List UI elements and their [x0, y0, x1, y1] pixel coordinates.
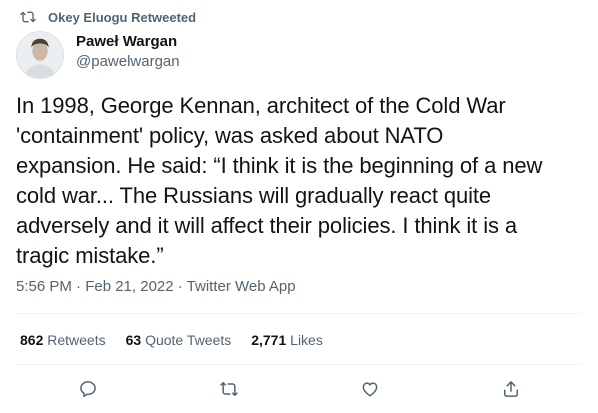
reply-icon — [80, 381, 96, 398]
retweet-context-text: Okey Eluogu Retweeted — [48, 9, 197, 25]
retweet-button[interactable] — [218, 378, 240, 400]
retweets-count: 862 — [20, 332, 44, 348]
retweet-context[interactable]: Okey Eluogu Retweeted — [20, 8, 196, 26]
retweet-icon — [20, 11, 36, 23]
display-name[interactable]: Paweł Wargan — [76, 32, 180, 52]
avatar-photo-icon — [17, 32, 63, 78]
tweet-meta[interactable]: 5:56 PM · Feb 21, 2022 · Twitter Web App — [16, 278, 296, 295]
divider — [16, 313, 582, 314]
like-button[interactable] — [359, 378, 381, 400]
share-button[interactable] — [500, 378, 522, 400]
likes-stat[interactable]: 2,771 Likes — [251, 332, 323, 348]
handle[interactable]: @pawelwargan — [76, 52, 180, 72]
tweet-text: In 1998, George Kennan, architect of the… — [16, 93, 543, 268]
likes-label: Likes — [290, 332, 323, 348]
tweet-author: Paweł Wargan @pawelwargan — [16, 31, 180, 79]
retweet-icon — [220, 382, 238, 396]
share-icon — [504, 381, 518, 397]
reply-button[interactable] — [77, 378, 99, 400]
retweets-stat[interactable]: 862 Retweets — [20, 332, 106, 348]
quotes-label: Quote Tweets — [145, 332, 232, 348]
quotes-stat[interactable]: 63 Quote Tweets — [126, 332, 232, 348]
retweets-label: Retweets — [47, 332, 106, 348]
heart-icon — [362, 382, 378, 397]
avatar[interactable] — [16, 31, 64, 79]
action-bar — [0, 378, 598, 402]
divider — [16, 364, 582, 365]
tweet-stats: 862 Retweets 63 Quote Tweets 2,771 Likes — [20, 332, 323, 348]
likes-count: 2,771 — [251, 332, 287, 348]
quotes-count: 63 — [125, 332, 142, 348]
